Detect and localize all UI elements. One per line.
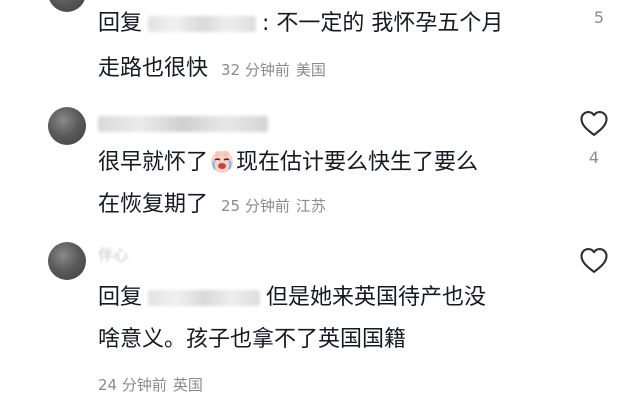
comment-text-line: 回复 但是她来英国待产也没 <box>98 284 486 312</box>
comment-time: 25 分钟前 <box>221 197 290 215</box>
comment-text-line: 在恢复期了 25 分钟前 江苏 <box>98 191 326 220</box>
like-button[interactable] <box>574 109 614 137</box>
avatar[interactable] <box>48 0 86 12</box>
comment-text-line: 走路也很快 32 分钟前 美国 <box>98 55 326 84</box>
comment-text-line: 很早就怀了 现在估计要么快生了要么 <box>98 148 478 177</box>
reply-prefix: 回复 <box>98 285 143 310</box>
comment-location: 美国 <box>295 61 326 79</box>
avatar[interactable] <box>48 242 86 280</box>
comment-text: 啥意义。孩子也拿不了英国国籍 <box>98 327 407 352</box>
comment-text: 现在估计要么快生了要么 <box>236 150 479 175</box>
comment-text: 走路也很快 <box>98 56 209 81</box>
comment-text: : 不一定的 我怀孕五个月 <box>262 11 504 36</box>
comment-text: 在恢复期了 <box>98 192 209 217</box>
username[interactable]: 伴心 <box>98 244 128 265</box>
comment-meta: 32 分钟前 美国 <box>221 61 326 79</box>
mention-username[interactable] <box>148 290 261 306</box>
like-count: 5 <box>593 8 605 27</box>
mention-username[interactable] <box>148 16 257 32</box>
comment-location: 英国 <box>172 376 203 394</box>
heart-icon <box>580 110 608 136</box>
crying-face-emoji-icon <box>209 148 235 174</box>
comment-text-line: 回复 : 不一定的 我怀孕五个月 <box>98 10 503 38</box>
comment-meta: 24 分钟前 英国 <box>98 374 203 395</box>
reply-prefix: 回复 <box>98 11 143 36</box>
comment-location: 江苏 <box>295 197 326 215</box>
like-count: 4 <box>588 148 600 167</box>
comment-text: 很早就怀了 <box>98 150 209 175</box>
comment-text-line: 啥意义。孩子也拿不了英国国籍 <box>98 326 406 354</box>
comment-meta: 25 分钟前 江苏 <box>221 197 326 215</box>
username[interactable] <box>98 116 268 132</box>
like-button[interactable] <box>574 246 614 274</box>
comment-time: 24 分钟前 <box>98 376 167 394</box>
heart-icon <box>580 247 608 273</box>
avatar[interactable] <box>48 107 86 145</box>
comment-time: 32 分钟前 <box>221 61 290 79</box>
comment-text: 但是她来英国待产也没 <box>266 285 487 310</box>
